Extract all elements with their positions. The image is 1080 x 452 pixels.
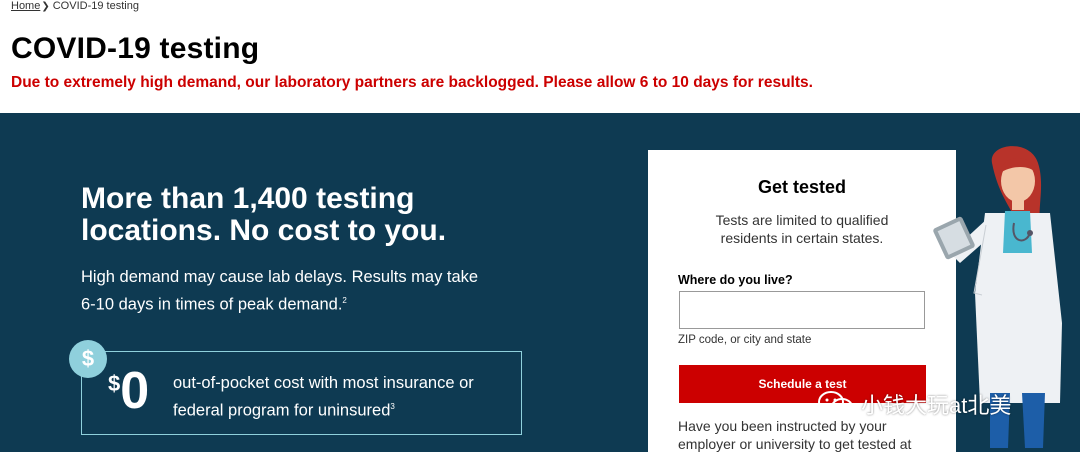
watermark-text: 小钱大玩at北美 (861, 393, 1012, 418)
location-label: Where do you live? (678, 273, 793, 287)
breadcrumb: Home ❯ COVID-19 testing (11, 0, 139, 12)
cost-amount: $0 (108, 362, 150, 420)
footnote-3[interactable]: 3 (390, 402, 394, 411)
hero-heading: More than 1,400 testing locations. No co… (81, 182, 447, 247)
hero-subtext: High demand may cause lab delays. Result… (81, 268, 479, 314)
chevron-right-icon: ❯ (41, 0, 50, 12)
location-input[interactable] (679, 291, 925, 329)
employer-question: Have you been instructed by your employe… (678, 418, 912, 452)
breadcrumb-current: COVID-19 testing (52, 0, 139, 12)
breadcrumb-home-link[interactable]: Home (11, 0, 40, 12)
cost-description: out-of-pocket cost with most insurance o… (173, 374, 474, 420)
card-description: Tests are limited to qualified residents… (715, 212, 889, 246)
card-title: Get tested (757, 177, 847, 197)
dollar-icon: $ (69, 340, 107, 378)
page-title: COVID-19 testing (11, 32, 260, 65)
wechat-icon (818, 391, 853, 416)
demand-alert: Due to extremely high demand, our labora… (11, 74, 813, 91)
watermark: 小钱大玩at北美 (817, 388, 1011, 420)
location-hint: ZIP code, or city and state (678, 334, 812, 346)
footnote-2[interactable]: 2 (342, 296, 346, 305)
